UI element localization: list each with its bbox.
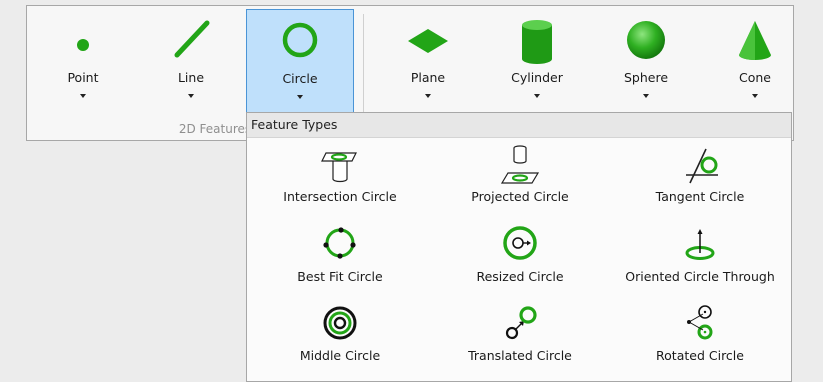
chevron-down-icon[interactable] [297, 95, 303, 99]
best-fit-circle-icon [250, 223, 430, 267]
line-tool-button[interactable]: Line [137, 9, 245, 113]
middle-circle-icon [250, 302, 430, 346]
rotated-circle-item[interactable]: Rotated Circle [610, 302, 790, 378]
feature-types-dropdown: Feature Types Intersection Circle Projec… [246, 112, 792, 382]
sphere-tool-label: Sphere [623, 70, 669, 85]
tangent-circle-icon [610, 143, 790, 187]
chevron-down-icon[interactable] [80, 94, 86, 98]
intersection-circle-icon [250, 143, 430, 187]
chevron-down-icon[interactable] [752, 94, 758, 98]
point-tool-button[interactable]: Point [29, 9, 137, 113]
circle-tool-label: Circle [282, 71, 318, 86]
chevron-down-icon[interactable] [425, 94, 431, 98]
rotated-circle-icon [610, 302, 790, 346]
rotated-circle-label: Rotated Circle [656, 348, 744, 363]
chevron-down-icon[interactable] [534, 94, 540, 98]
plane-tool-button[interactable]: Plane [374, 9, 482, 113]
projected-circle-item[interactable]: Projected Circle [430, 143, 610, 219]
chevron-down-icon[interactable] [643, 94, 649, 98]
intersection-circle-label: Intersection Circle [283, 189, 397, 204]
oriented-circle-through-icon [610, 223, 790, 267]
plane-tool-label: Plane [410, 70, 446, 85]
resized-circle-icon [430, 223, 610, 267]
resized-circle-label: Resized Circle [476, 269, 564, 284]
cylinder-icon [483, 15, 591, 64]
chevron-down-icon[interactable] [188, 94, 194, 98]
cylinder-tool-label: Cylinder [511, 70, 563, 85]
point-icon [29, 15, 137, 59]
oriented-circle-through-label: Oriented Circle Through [625, 269, 775, 284]
cone-tool-label: Cone [739, 70, 771, 85]
dropdown-header: Feature Types [247, 113, 791, 138]
translated-circle-icon [430, 302, 610, 346]
tangent-circle-label: Tangent Circle [655, 189, 745, 204]
cylinder-tool-button[interactable]: Cylinder [483, 9, 591, 113]
cone-icon [701, 15, 809, 60]
line-icon [137, 15, 245, 59]
best-fit-circle-item[interactable]: Best Fit Circle [250, 223, 430, 299]
translated-circle-item[interactable]: Translated Circle [430, 302, 610, 378]
tangent-circle-item[interactable]: Tangent Circle [610, 143, 790, 219]
group-separator [363, 14, 364, 120]
sphere-icon [592, 15, 700, 59]
line-tool-label: Line [177, 70, 205, 85]
middle-circle-item[interactable]: Middle Circle [250, 302, 430, 378]
projected-circle-label: Projected Circle [471, 189, 569, 204]
circle-tool-button[interactable]: Circle [246, 9, 354, 113]
middle-circle-label: Middle Circle [299, 348, 381, 363]
resized-circle-item[interactable]: Resized Circle [430, 223, 610, 299]
cone-tool-button[interactable]: Cone [701, 9, 809, 113]
projected-circle-icon [430, 143, 610, 187]
sphere-tool-button[interactable]: Sphere [592, 9, 700, 113]
translated-circle-label: Translated Circle [468, 348, 572, 363]
point-tool-label: Point [67, 70, 99, 85]
oriented-circle-through-item[interactable]: Oriented Circle Through [610, 223, 790, 299]
intersection-circle-item[interactable]: Intersection Circle [250, 143, 430, 219]
best-fit-circle-label: Best Fit Circle [297, 269, 383, 284]
circle-icon [247, 16, 353, 60]
plane-icon [374, 15, 482, 59]
